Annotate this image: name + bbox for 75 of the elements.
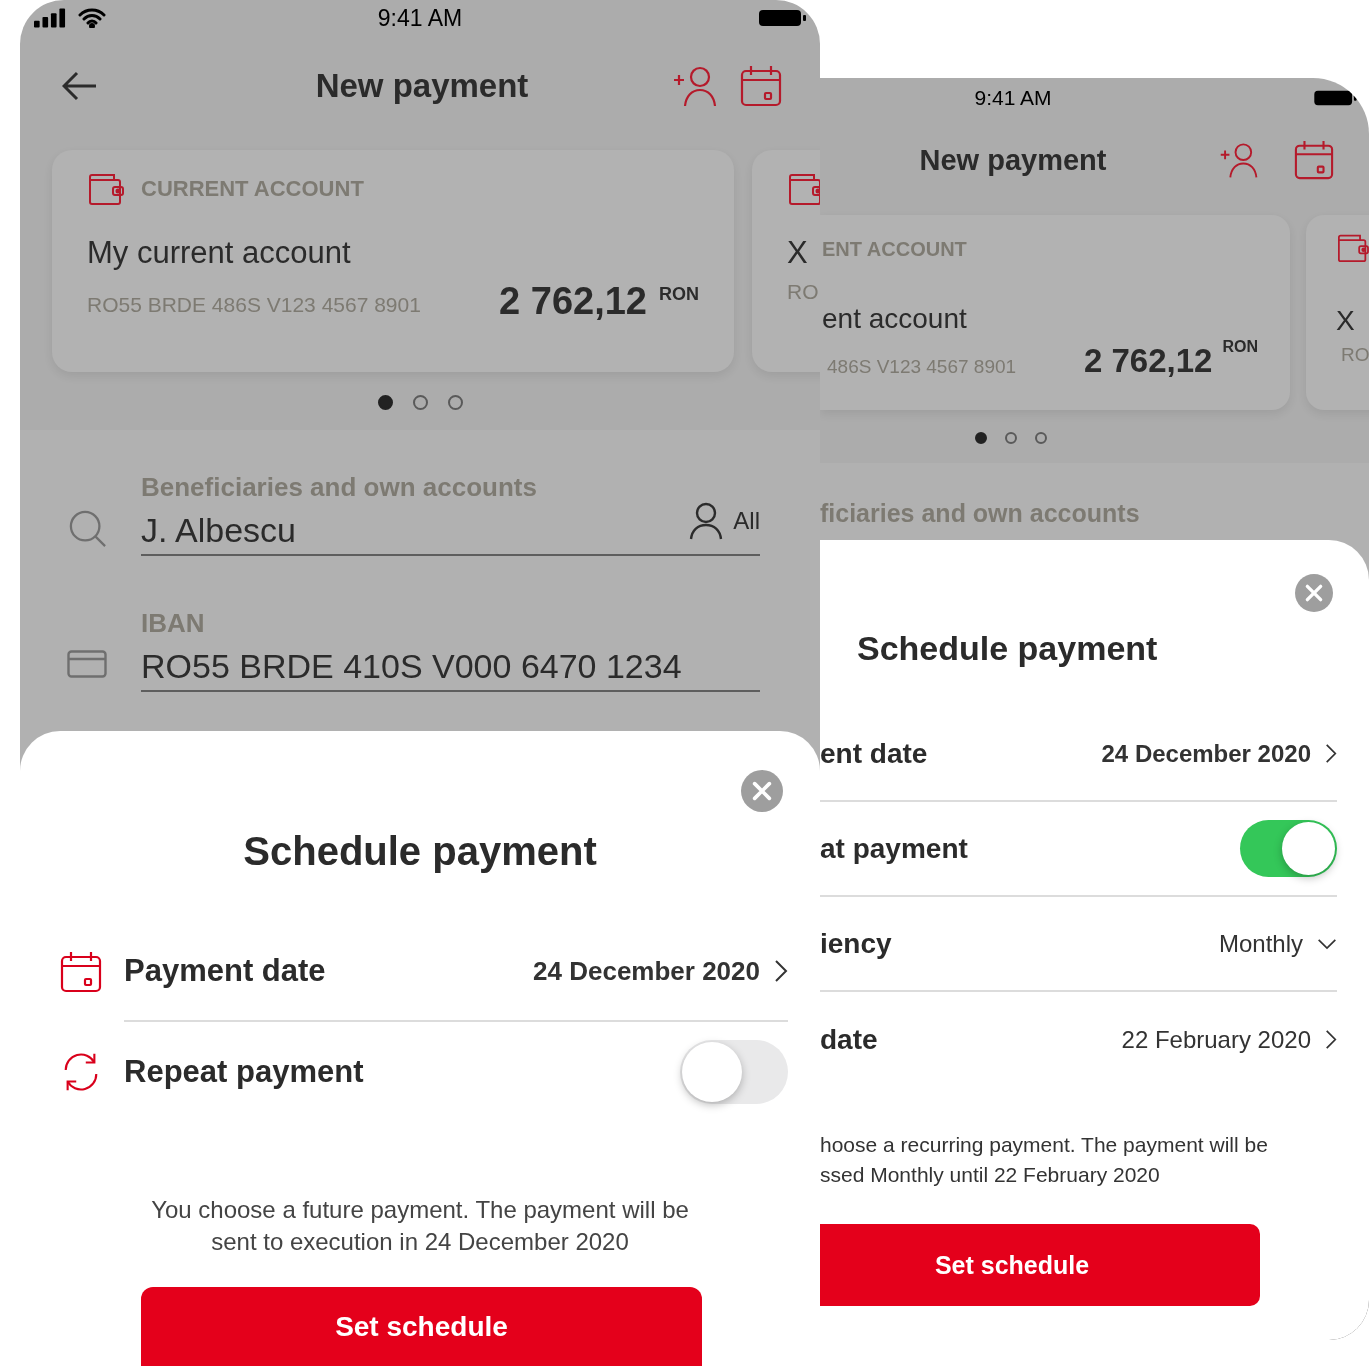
- battery-icon: [758, 8, 806, 28]
- account-type: CURRENT ACCOUNT: [141, 176, 364, 202]
- row-value: 24 December 2020: [1101, 739, 1311, 768]
- status-time: 9:41 AM: [377, 4, 463, 32]
- status-time: 9:41 AM: [974, 86, 1052, 110]
- account-name: My current account: [87, 234, 352, 272]
- account-iban: RO55 BRDE 486S V123 4567 8901: [87, 293, 421, 317]
- account-balance: 2 762,12: [1083, 342, 1213, 380]
- pager-dot[interactable]: [447, 395, 463, 410]
- row-label: Repeat payment: [124, 1054, 364, 1090]
- account-name: X: [787, 234, 809, 272]
- sheet-title: Schedule payment: [857, 628, 1158, 669]
- account-card[interactable]: CURRENT ACCOUNT My current account RO55 BRDE 486S V123 4567 8901 2 762,12 RON: [52, 150, 734, 372]
- chevron-right-icon: [774, 959, 788, 983]
- back-arrow-icon[interactable]: [62, 71, 98, 101]
- field-label: Beneficiaries and own accounts: [141, 472, 538, 502]
- sheet-title: Schedule payment: [243, 828, 597, 875]
- account-iban: RO: [787, 280, 819, 304]
- pager-dot[interactable]: [1005, 432, 1017, 444]
- iban-field[interactable]: RO55 BRDE 410S V000 6470 1234: [141, 638, 760, 692]
- currency-label: RON: [659, 284, 699, 305]
- screen-title: New payment: [315, 67, 529, 105]
- wallet-icon: [787, 172, 820, 206]
- account-name: X: [1336, 304, 1356, 338]
- chevron-right-icon: [1325, 1029, 1337, 1050]
- account-iban: 486S V123 4567 8901: [826, 356, 1017, 378]
- toggle-switch[interactable]: [680, 1040, 788, 1104]
- battery-icon: [1313, 89, 1357, 107]
- card-icon: [67, 650, 107, 678]
- toggle-switch[interactable]: [1240, 820, 1337, 877]
- account-name: ent account: [822, 302, 968, 336]
- row-label: iency: [820, 927, 892, 960]
- set-schedule-button[interactable]: Set schedule: [820, 1224, 1260, 1306]
- calendar-icon[interactable]: [740, 65, 782, 107]
- pager-dot[interactable]: [1035, 432, 1047, 444]
- screen-title: New payment: [919, 143, 1107, 177]
- add-person-icon[interactable]: [672, 65, 718, 107]
- calendar-icon: [60, 951, 102, 993]
- wallet-icon: [87, 172, 125, 206]
- field-label: ficiaries and own accounts: [820, 499, 1141, 528]
- info-text: hoose a recurring payment. The payment will be: [820, 1132, 1268, 1158]
- person-icon: [689, 502, 724, 540]
- search-icon: [69, 510, 107, 548]
- filter-label[interactable]: All: [733, 507, 760, 535]
- row-label: date: [820, 1023, 878, 1056]
- account-balance: 2 762,12: [499, 280, 647, 323]
- search-field[interactable]: J. Albescu All: [141, 502, 760, 556]
- field-label: IBAN: [141, 608, 206, 638]
- currency-label: RON: [1222, 338, 1258, 356]
- account-card[interactable]: X RO: [1306, 215, 1369, 410]
- account-iban: RO: [1340, 344, 1369, 366]
- row-value: 24 December 2020: [533, 955, 760, 987]
- row-label: Payment date: [124, 953, 326, 989]
- row-value: Monthly: [1218, 929, 1303, 958]
- wallet-icon: [1336, 233, 1369, 263]
- close-icon[interactable]: [741, 770, 783, 812]
- info-text: ssed Monthly until 22 February 2020: [820, 1162, 1161, 1188]
- add-person-icon[interactable]: [1219, 141, 1259, 179]
- row-value: 22 February 2020: [1121, 1025, 1311, 1054]
- account-card[interactable]: ENT ACCOUNT ent account 486S V123 4567 8901 2 762,12 RON: [820, 215, 1290, 410]
- wifi-icon: [78, 8, 106, 28]
- signal-icon: [34, 8, 66, 28]
- row-label: at payment: [820, 832, 968, 865]
- chevron-right-icon: [1325, 743, 1337, 764]
- row-label: ent date: [820, 737, 928, 770]
- info-text: You choose a future payment. The payment will be sent to execution in 24 December 2020: [150, 1195, 690, 1257]
- close-icon[interactable]: [1295, 574, 1333, 612]
- set-schedule-button[interactable]: Set schedule: [141, 1287, 702, 1366]
- account-type: ENT ACCOUNT: [822, 237, 968, 261]
- chevron-down-icon: [1317, 937, 1337, 950]
- pager-dot[interactable]: [975, 432, 987, 444]
- pager-dot[interactable]: [412, 395, 428, 410]
- account-card[interactable]: X RO: [752, 150, 820, 372]
- pager-dot[interactable]: [377, 395, 393, 410]
- calendar-icon[interactable]: [1294, 140, 1334, 180]
